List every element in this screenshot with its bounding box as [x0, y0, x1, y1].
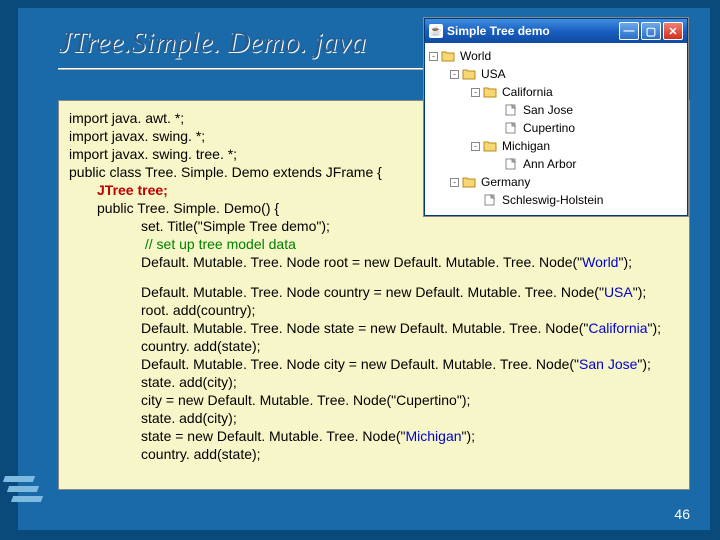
java-icon: ☕: [429, 24, 443, 38]
tree-label: World: [458, 49, 491, 63]
code-line: country. add(state);: [69, 445, 679, 463]
folder-icon: [462, 68, 476, 80]
tree-label: USA: [479, 67, 506, 81]
window-title: Simple Tree demo: [447, 24, 550, 38]
tree-label: Schleswig-Holstein: [500, 193, 603, 207]
code-line: state. add(city);: [69, 409, 679, 427]
tree-toggle: [492, 160, 501, 169]
code-line: root. add(country);: [69, 301, 679, 319]
tree-node[interactable]: - Germany: [429, 173, 685, 191]
code-line: Default. Mutable. Tree. Node state = new…: [69, 319, 679, 337]
tree-toggle: [471, 196, 480, 205]
code-line: state. add(city);: [69, 373, 679, 391]
tree-label: Michigan: [500, 139, 550, 153]
code-line: Default. Mutable. Tree. Node country = n…: [69, 283, 679, 301]
tree-node[interactable]: - USA: [429, 65, 685, 83]
tree-label: Germany: [479, 175, 530, 189]
tree-node[interactable]: Ann Arbor: [429, 155, 685, 173]
maximize-button[interactable]: ▢: [641, 22, 661, 40]
decoration: [4, 476, 40, 512]
code-line: country. add(state);: [69, 337, 679, 355]
folder-icon: [441, 50, 455, 62]
tree-window: ☕ Simple Tree demo — ▢ ✕ - World - USA - Cali…: [424, 18, 688, 216]
folder-icon: [483, 140, 497, 152]
folder-icon: [483, 86, 497, 98]
tree-node[interactable]: Cupertino: [429, 119, 685, 137]
file-icon: [504, 158, 518, 170]
tree-toggle[interactable]: -: [429, 52, 438, 61]
tree-toggle[interactable]: -: [471, 88, 480, 97]
code-line: set. Title("Simple Tree demo");: [69, 217, 679, 235]
tree-toggle[interactable]: -: [450, 178, 459, 187]
tree-node[interactable]: San Jose: [429, 101, 685, 119]
tree-area[interactable]: - World - USA - California San Jose Cupertino - M…: [425, 43, 687, 215]
code-line: // set up tree model data: [69, 235, 679, 253]
code-line: Default. Mutable. Tree. Node city = new …: [69, 355, 679, 373]
titlebar[interactable]: ☕ Simple Tree demo — ▢ ✕: [425, 19, 687, 43]
tree-label: San Jose: [521, 103, 573, 117]
tree-label: Cupertino: [521, 121, 575, 135]
tree-node[interactable]: Schleswig-Holstein: [429, 191, 685, 209]
file-icon: [483, 194, 497, 206]
tree-toggle[interactable]: -: [471, 142, 480, 151]
tree-toggle: [492, 124, 501, 133]
slide-inner: JTree.Simple. Demo. java import java. aw…: [18, 8, 710, 530]
file-icon: [504, 122, 518, 134]
tree-label: Ann Arbor: [521, 157, 576, 171]
tree-toggle: [492, 106, 501, 115]
slide-title: JTree.Simple. Demo. java: [58, 26, 366, 60]
page-number: 46: [674, 506, 690, 522]
tree-node[interactable]: - World: [429, 47, 685, 65]
code-line: state = new Default. Mutable. Tree. Node…: [69, 427, 679, 445]
tree-label: California: [500, 85, 553, 99]
folder-icon: [462, 176, 476, 188]
minimize-button[interactable]: —: [619, 22, 639, 40]
code-line: city = new Default. Mutable. Tree. Node(…: [69, 391, 679, 409]
file-icon: [504, 104, 518, 116]
slide: JTree.Simple. Demo. java import java. aw…: [0, 0, 720, 540]
tree-toggle[interactable]: -: [450, 70, 459, 79]
close-button[interactable]: ✕: [663, 22, 683, 40]
tree-node[interactable]: - California: [429, 83, 685, 101]
tree-node[interactable]: - Michigan: [429, 137, 685, 155]
code-line: Default. Mutable. Tree. Node root = new …: [69, 253, 679, 271]
